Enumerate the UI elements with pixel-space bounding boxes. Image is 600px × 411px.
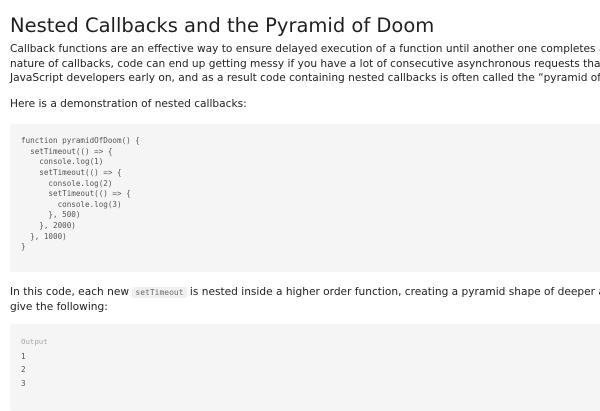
code-line: console.log(2) <box>21 178 113 188</box>
code-line: setTimeout(() => { <box>21 189 131 199</box>
code-line: }, 500) <box>21 210 81 220</box>
article-page: Nested Callbacks and the Pyramid of Doom… <box>0 0 600 411</box>
code-line: function pyramidOfDoom() { <box>21 136 140 145</box>
explanation-line: In this code, each new setTimeout is nes… <box>10 285 600 300</box>
demo-intro-text: Here is a demonstration of nested callba… <box>10 98 247 110</box>
output-line: 1 <box>21 352 26 361</box>
intro-line: nature of callbacks, code can end up get… <box>10 57 600 70</box>
output-line: 3 <box>21 378 26 388</box>
explanation-suffix: is nested inside a higher order function… <box>189 286 600 298</box>
code-listing: function pyramidOfDoom() { setTimeout(()… <box>21 136 140 253</box>
intro-paragraph: Callback functions are an effective way … <box>10 42 600 86</box>
article-title: Nested Callbacks and the Pyramid of Doom <box>10 14 435 37</box>
explanation-line-2: give the following: <box>10 300 108 313</box>
demo-intro-paragraph: Here is a demonstration of nested callba… <box>10 97 247 112</box>
output-line: 2 <box>21 365 26 375</box>
code-line: }, 1000) <box>21 231 67 241</box>
intro-line: Callback functions are an effective way … <box>10 43 600 55</box>
output-block[interactable]: Output 1 2 3 <box>10 324 600 411</box>
code-line: console.log(3) <box>21 199 122 209</box>
intro-line: JavaScript developers early on, and as a… <box>10 72 600 84</box>
code-line: }, 2000) <box>21 221 76 231</box>
inline-code-settimeout: setTimeout <box>132 287 187 298</box>
code-line: } <box>21 242 26 252</box>
output-lines: 1 2 3 <box>21 350 26 390</box>
output-label: Output <box>21 337 48 346</box>
code-block[interactable]: function pyramidOfDoom() { setTimeout(()… <box>10 124 600 272</box>
code-line: setTimeout(() => { <box>21 146 113 156</box>
explanation-prefix: In this code, each new <box>10 286 133 298</box>
explanation-paragraph: In this code, each new setTimeout is nes… <box>10 285 600 314</box>
code-line: setTimeout(() => { <box>21 167 122 177</box>
code-line: console.log(1) <box>21 157 104 167</box>
